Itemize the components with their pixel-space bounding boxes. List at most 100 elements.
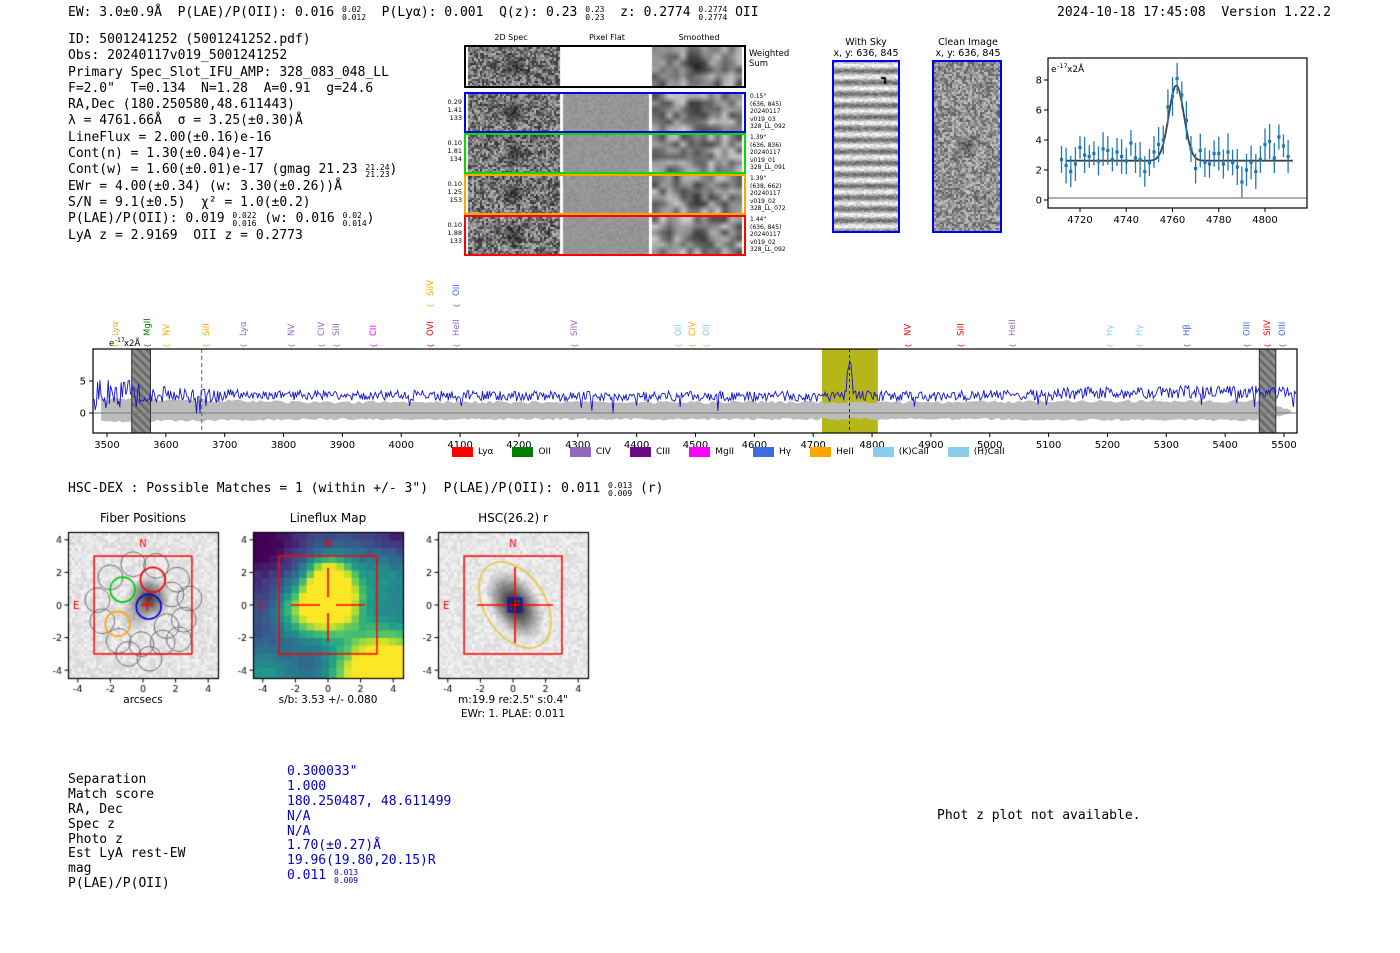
stacked-fraction: 0.2774 0.2774 — [698, 5, 728, 22]
svg-text:{: { — [904, 344, 912, 348]
text-segment: OII — [727, 5, 759, 20]
with-sky-image — [832, 60, 900, 233]
spectral-line-label: Lyα — [111, 321, 121, 336]
match-row-value: N/A — [287, 809, 451, 824]
svg-text:4780: 4780 — [1206, 215, 1231, 226]
text-segment: 180.250487, 48.611499 — [287, 793, 452, 809]
with-sky-title: With Sky x, y: 636, 845 — [833, 37, 899, 59]
report-timestamp: 2024-10-18 17:45:08 Version 1.22.2 — [1057, 5, 1331, 20]
line-fit-plot-svg: 024684720 4740 4760 4780 4800e -17 x2Å — [1036, 57, 1308, 226]
legend-item: (K)CaII — [872, 447, 929, 457]
text-segment: EWr = 4.00(±0.34) (w: 3.30(±0.26))Å — [68, 178, 342, 194]
svg-text:{: { — [1264, 344, 1272, 348]
spectral-line-label: SiIV — [1263, 320, 1273, 336]
svg-text:2: 2 — [1036, 166, 1042, 177]
stacked-fraction: 21.24 21.23 — [365, 162, 390, 180]
cutout-col-header-smoothed: Smoothed — [678, 33, 720, 42]
text-segment: EW: 3.0±0.9Å P(LAE)/P(OII): 0.016 — [68, 5, 342, 20]
match-row-label: Est LyA rest-EW — [68, 846, 186, 862]
lineflux-map-xlabel: s/b: 3.53 +/- 0.080 — [278, 694, 378, 706]
legend-item: OII — [512, 447, 551, 457]
photz-note: Phot z plot not available. — [937, 808, 1141, 823]
info-line: LineFlux = 2.00(±0.16)e-16 — [68, 130, 397, 146]
info-line: ID: 5001241252 (5001241252.pdf) — [68, 32, 397, 48]
weighted-sum-row — [464, 45, 746, 88]
elixer-report-page: EW: 3.0±0.9Å P(LAE)/P(OII): 0.016 0.02 0.… — [0, 0, 1400, 953]
legend-swatch — [629, 447, 651, 457]
svg-text:{: { — [240, 344, 248, 348]
info-line: λ = 4761.66Å σ = 3.25(±0.30)Å — [68, 113, 397, 129]
spectral-line-label: CIV — [688, 322, 698, 336]
svg-text:3500: 3500 — [94, 440, 119, 451]
svg-text:4760: 4760 — [1160, 215, 1185, 226]
svg-text:4720: 4720 — [1067, 215, 1092, 226]
legend-item: CIII — [629, 447, 670, 457]
match-row-label: Match score — [68, 786, 155, 802]
info-line: F=2.0" T=0.134 N=1.28 A=0.91 g=24.6 — [68, 81, 397, 97]
text-segment: 0.011 — [287, 868, 334, 884]
text-segment: 1.70(±0.27)Å — [287, 838, 381, 854]
text-segment: Cont(w) = 1.60(±0.01)e-17 (gmag 21.23 — [68, 162, 366, 178]
spectral-line-label: OIII — [1242, 322, 1252, 336]
info-line: Cont(n) = 1.30(±0.04)e-17 — [68, 146, 397, 162]
svg-text:8: 8 — [1036, 76, 1042, 87]
text-segment: ) — [389, 162, 398, 178]
fiber-positions-map — [43, 525, 228, 695]
legend-label: OII — [538, 447, 551, 457]
info-line: Cont(w) = 1.60(±0.01)e-17 (gmag 21.23 21… — [68, 162, 397, 178]
spectral-line-label: CIV — [317, 322, 327, 336]
legend-label: CIV — [595, 447, 611, 457]
svg-text:4: 4 — [1036, 136, 1042, 147]
detection-info-block: ID: 5001241252 (5001241252.pdf) Obs: 2024… — [68, 32, 397, 244]
spectral-line-label: HeII — [452, 319, 462, 336]
legend-item: CIV — [569, 447, 611, 457]
svg-text:{: { — [1107, 344, 1115, 348]
info-line: S/N = 9.1(±0.5) χ² = 1.0(±0.2) — [68, 195, 397, 211]
stacked-fraction: 0.23 0.23 — [585, 5, 605, 22]
legend-item: Hγ — [753, 447, 791, 457]
svg-text:3700: 3700 — [212, 440, 237, 451]
svg-text:{: { — [453, 304, 461, 308]
legend-swatch — [512, 447, 534, 457]
svg-text:5500: 5500 — [1271, 440, 1296, 451]
spectral-line-label: Lyα — [239, 321, 249, 336]
svg-text:{: { — [163, 344, 171, 348]
hsc-map-title: HSC(26.2) r — [478, 511, 548, 525]
match-row-value: 1.70(±0.27)Å — [287, 838, 451, 853]
spectral-line-label: SiIV — [426, 280, 436, 296]
stacked-fraction: 0.02 0.014 — [342, 211, 367, 229]
spectral-line-label: SiII — [202, 323, 212, 336]
legend-label: Hγ — [779, 447, 792, 457]
info-line: EWr = 4.00(±0.34) (w: 3.30(±0.26))Å — [68, 179, 397, 195]
spectral-line-label: Hγ — [1135, 325, 1145, 336]
text-segment: (w: 0.016 — [256, 211, 343, 227]
spectral-line-label: NV — [162, 324, 172, 336]
legend-swatch — [872, 447, 894, 457]
spectral-line-label: CII — [369, 325, 379, 336]
svg-text:{: { — [689, 344, 697, 348]
cutout-row-left-stats: 0.10 1.81 134 — [447, 139, 462, 163]
legend-swatch — [452, 447, 473, 457]
match-row-label: Photo z — [68, 831, 123, 847]
text-segment: P(LAE)/P(OII): 0.019 — [68, 211, 233, 227]
info-line: Primary Spec_Slot_IFU_AMP: 328_083_048_L… — [68, 65, 397, 81]
spectral-line-label: SiIV — [570, 320, 580, 336]
spectral-line-label: NV — [287, 324, 297, 336]
text-segment: N/A — [287, 823, 311, 839]
svg-text:{: { — [318, 344, 326, 348]
lineflux-map — [228, 525, 413, 695]
legend-label: MgII — [715, 447, 735, 457]
spectral-line-label: OVI — [426, 321, 436, 336]
text-segment: λ = 4761.66Å σ = 3.25(±0.30)Å — [68, 113, 303, 129]
header-version: Version 1.22.2 — [1221, 5, 1331, 20]
cutout-row — [464, 174, 746, 215]
cutout-row — [464, 215, 746, 256]
legend-swatch — [947, 447, 969, 457]
clean-image — [932, 60, 1002, 233]
svg-text:4000: 4000 — [389, 440, 414, 451]
stacked-fraction: 0.013 0.009 — [608, 481, 633, 498]
text-segment: z: 0.2774 — [604, 5, 699, 20]
spectral-line-label: OII — [702, 324, 712, 336]
match-row-label: Spec z — [68, 816, 115, 832]
match-row-value: 19.96(19.80,20.15)R — [287, 853, 451, 868]
